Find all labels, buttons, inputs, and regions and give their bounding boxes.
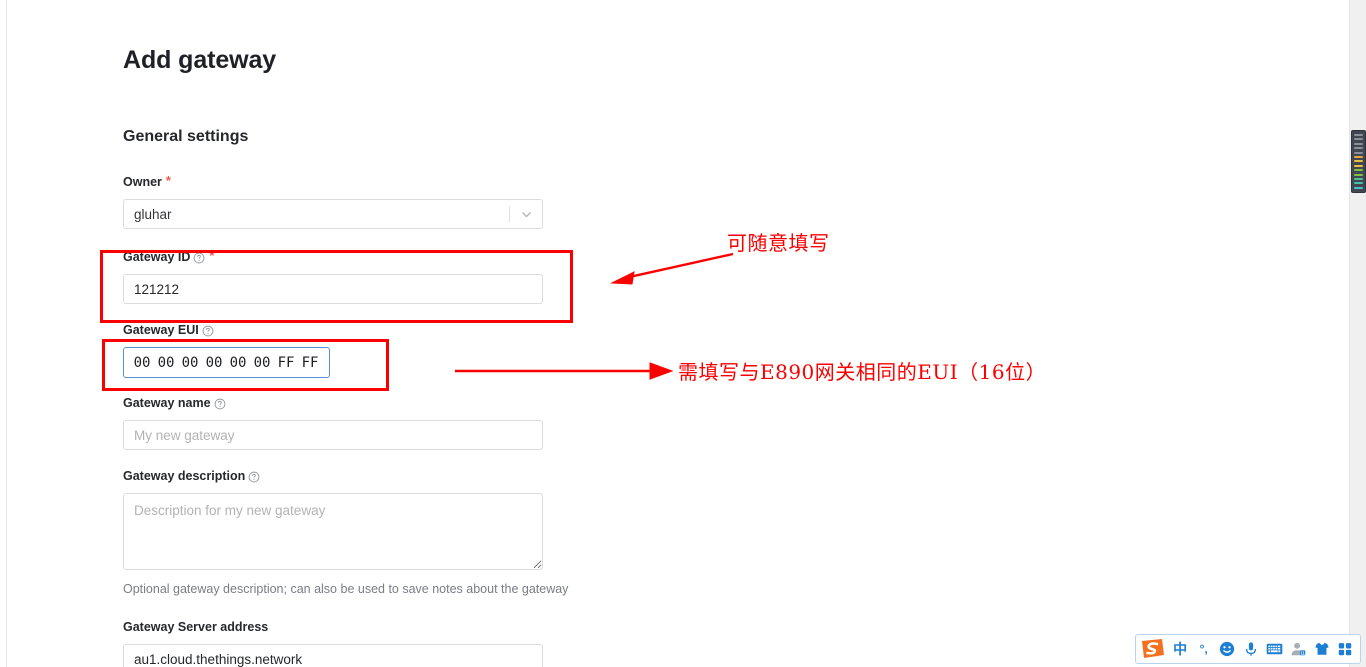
scrollbar-thumb-bar bbox=[1354, 142, 1363, 145]
scrollbar-thumb-bar bbox=[1354, 169, 1363, 172]
owner-select[interactable]: gluhar bbox=[123, 199, 543, 229]
section-title-general-settings: General settings bbox=[123, 128, 249, 145]
owner-label-text: Owner bbox=[123, 175, 162, 189]
help-circle-icon[interactable] bbox=[214, 398, 226, 410]
gateway-id-label-text: Gateway ID bbox=[123, 250, 191, 264]
gateway-eui-byte-2[interactable]: 00 bbox=[154, 355, 178, 371]
scrollbar-thumb-bar bbox=[1354, 160, 1363, 163]
soft-keyboard-icon[interactable] bbox=[1263, 637, 1287, 662]
toolbox-icon[interactable] bbox=[1333, 637, 1357, 662]
skin-icon[interactable] bbox=[1310, 637, 1334, 662]
gateway-name-input[interactable] bbox=[123, 420, 543, 450]
gateway-eui-byte-1[interactable]: 00 bbox=[130, 355, 154, 371]
gateway-name-label: Gateway name bbox=[123, 396, 543, 410]
gateway-eui-label: Gateway EUI bbox=[123, 323, 330, 337]
owner-selected-value: gluhar bbox=[134, 206, 172, 222]
owner-required-asterisk: * bbox=[165, 172, 171, 188]
owner-label: Owner * bbox=[123, 172, 543, 190]
field-owner: Owner * gluhar bbox=[123, 172, 543, 229]
punctuation-mode-toggle[interactable]: °, bbox=[1192, 637, 1216, 662]
annotation-note-2: 需填写与E890网关相同的EUI（16位） bbox=[678, 360, 1047, 384]
gateway-description-hint: Optional gateway description; can also b… bbox=[123, 582, 569, 596]
gateway-id-input[interactable] bbox=[123, 274, 543, 304]
gateway-eui-byte-5[interactable]: 00 bbox=[226, 355, 250, 371]
sogou-logo-icon[interactable] bbox=[1139, 636, 1167, 663]
gateway-description-label-text: Gateway description bbox=[123, 469, 246, 483]
vertical-scrollbar[interactable] bbox=[1349, 0, 1366, 667]
gateway-eui-input[interactable]: 00 00 00 00 00 00 FF FF bbox=[123, 347, 330, 378]
gateway-eui-byte-7[interactable]: FF bbox=[274, 355, 298, 371]
app-window: Add gateway General settings Owner * glu… bbox=[0, 0, 1366, 667]
chinese-mode-toggle[interactable]: 中 bbox=[1168, 637, 1192, 662]
svg-text:11: 11 bbox=[1301, 650, 1306, 655]
gateway-id-required-asterisk: * bbox=[209, 247, 215, 263]
sogou-ime-toolbar[interactable]: 中 °, 11 bbox=[1135, 634, 1361, 664]
voice-input-icon[interactable] bbox=[1239, 637, 1263, 662]
gateway-eui-byte-4[interactable]: 00 bbox=[202, 355, 226, 371]
help-circle-icon[interactable] bbox=[248, 471, 260, 483]
gateway-description-textarea[interactable] bbox=[123, 493, 543, 570]
scrollbar-thumb-bar bbox=[1354, 182, 1363, 185]
gateway-eui-label-text: Gateway EUI bbox=[123, 323, 199, 337]
field-gateway-id: Gateway ID * bbox=[123, 247, 543, 304]
field-gateway-eui: Gateway EUI 00 00 00 00 00 00 FF FF bbox=[123, 323, 330, 378]
gateway-name-label-text: Gateway name bbox=[123, 396, 211, 410]
select-divider bbox=[509, 206, 510, 222]
annotation-note-1: 可随意填写 bbox=[727, 231, 830, 255]
scrollbar-thumb-bar bbox=[1354, 138, 1363, 141]
gateway-server-address-input[interactable] bbox=[123, 644, 543, 667]
window-left-edge bbox=[0, 0, 7, 667]
scrollbar-thumb-bar bbox=[1354, 147, 1363, 150]
emoji-icon[interactable] bbox=[1215, 637, 1239, 662]
scrollbar-thumb-bar bbox=[1354, 156, 1363, 159]
user-account-icon[interactable]: 11 bbox=[1286, 637, 1310, 662]
scrollbar-thumb-bar bbox=[1354, 173, 1363, 176]
scrollbar-thumb-bar bbox=[1354, 134, 1363, 136]
help-circle-icon[interactable] bbox=[202, 325, 214, 337]
owner-select-controls[interactable] bbox=[509, 200, 542, 228]
scrollbar-thumb-bar bbox=[1354, 186, 1363, 189]
field-gateway-name: Gateway name bbox=[123, 396, 543, 450]
field-gateway-description: Gateway description Optional gateway des… bbox=[123, 469, 568, 596]
scrollbar-thumb-bar bbox=[1354, 164, 1363, 167]
chevron-down-icon[interactable] bbox=[520, 208, 533, 221]
gateway-id-label: Gateway ID * bbox=[123, 247, 543, 265]
gateway-server-address-label: Gateway Server address bbox=[123, 620, 543, 634]
gateway-eui-byte-8[interactable]: FF bbox=[298, 355, 322, 371]
gateway-eui-byte-3[interactable]: 00 bbox=[178, 355, 202, 371]
page-title: Add gateway bbox=[123, 46, 277, 74]
gateway-server-address-label-text: Gateway Server address bbox=[123, 620, 269, 634]
field-gateway-server-address: Gateway Server address bbox=[123, 620, 543, 667]
scrollbar-thumb[interactable] bbox=[1351, 130, 1366, 193]
scrollbar-thumb-bar bbox=[1354, 151, 1363, 154]
gateway-eui-byte-6[interactable]: 00 bbox=[250, 355, 274, 371]
gateway-description-label: Gateway description bbox=[123, 469, 568, 483]
help-circle-icon[interactable] bbox=[193, 252, 205, 264]
scrollbar-thumb-bar bbox=[1354, 178, 1363, 181]
